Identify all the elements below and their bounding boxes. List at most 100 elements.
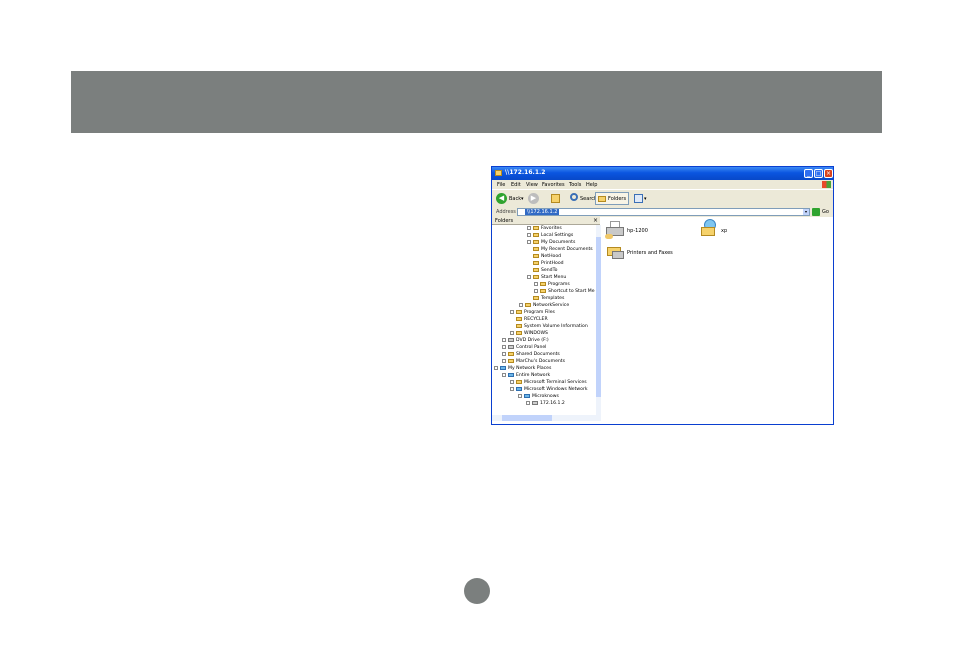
maximize-button[interactable]: □	[814, 169, 823, 178]
folder-icon	[540, 288, 546, 293]
collapse-icon[interactable]	[518, 393, 522, 398]
expand-icon[interactable]	[502, 344, 506, 349]
expand-icon[interactable]	[502, 358, 506, 363]
tree-item[interactable]: Favorites	[527, 225, 562, 232]
expand-icon[interactable]	[527, 232, 531, 237]
go-arrow-icon[interactable]	[812, 208, 820, 216]
title-bar[interactable]: \\172.16.1.2 _ □ ×	[492, 167, 833, 180]
tree-item[interactable]: System Volume Information	[516, 323, 588, 330]
menu-file[interactable]: File	[497, 182, 505, 188]
folder-icon	[533, 225, 539, 230]
tree-item[interactable]: My Network Places	[494, 365, 551, 372]
menu-edit[interactable]: Edit	[511, 182, 521, 188]
tree-item[interactable]: NetworkService	[519, 302, 569, 309]
go-button[interactable]: Go	[822, 209, 829, 215]
collapse-icon[interactable]	[494, 365, 498, 370]
folders-button[interactable]: Folders	[595, 192, 629, 205]
tree-item[interactable]: Control Panel	[502, 344, 546, 351]
printers-faxes-icon[interactable]	[605, 243, 627, 261]
tree-item[interactable]: My Documents	[527, 239, 575, 246]
menu-bar: File Edit View Favorites Tools Help	[492, 180, 833, 189]
tree-item[interactable]: Templates	[533, 295, 564, 302]
content-item-label[interactable]: xp	[721, 228, 727, 234]
tree-item[interactable]: WINDOWS	[510, 330, 548, 337]
expand-icon[interactable]	[510, 330, 514, 335]
content-pane: hp-1200 xp Printers and Faxes	[602, 217, 833, 424]
shared-printer-icon[interactable]	[605, 221, 627, 239]
back-button[interactable]: Back	[509, 196, 521, 202]
tree-item[interactable]: Microsoft Windows Network	[510, 386, 588, 393]
collapse-icon[interactable]	[510, 386, 514, 391]
address-value[interactable]: \\172.16.1.2	[525, 209, 560, 215]
tree-item[interactable]: Start Menu	[527, 274, 566, 281]
close-button[interactable]: ×	[824, 169, 833, 178]
tree-item[interactable]: NetHood	[533, 253, 561, 260]
views-dropdown-icon[interactable]: ▾	[644, 196, 647, 202]
back-arrow-icon[interactable]: ◀	[496, 193, 507, 204]
shared-folder-icon[interactable]	[699, 219, 721, 237]
tree-item[interactable]: Shortcut to Start Me	[534, 288, 595, 295]
folder-icon	[533, 295, 539, 300]
menu-favorites[interactable]: Favorites	[542, 182, 565, 188]
expand-icon[interactable]	[510, 379, 514, 384]
tree-item[interactable]: Programs	[534, 281, 570, 288]
expand-icon[interactable]	[502, 337, 506, 342]
folder-tree-vertical-scrollbar[interactable]	[596, 225, 601, 415]
menu-view[interactable]: View	[526, 182, 538, 188]
tree-item[interactable]: Program Files	[510, 309, 555, 316]
collapse-icon[interactable]	[527, 274, 531, 279]
tree-item[interactable]: Entire Network	[502, 372, 550, 379]
explorer-window: \\172.16.1.2 _ □ × File Edit View Favori…	[491, 166, 834, 425]
expand-icon[interactable]	[519, 302, 523, 307]
expand-icon[interactable]	[526, 400, 530, 405]
folder-icon	[516, 330, 522, 335]
content-item-label[interactable]: hp-1200	[627, 228, 648, 234]
tree-item[interactable]: My Recent Documents	[533, 246, 593, 253]
tree-item[interactable]: 172.16.1.2	[526, 400, 565, 407]
dvd-drive-icon	[508, 337, 514, 342]
folder-icon	[533, 260, 539, 265]
address-dropdown-icon[interactable]: ▾	[803, 209, 809, 215]
tree-item[interactable]: RECYCLER	[516, 316, 548, 323]
tree-item[interactable]: Microsoft Terminal Services	[510, 379, 587, 386]
expand-icon[interactable]	[502, 351, 506, 356]
folder-icon	[525, 302, 531, 307]
expand-icon[interactable]	[527, 239, 531, 244]
tree-item[interactable]: DVD Drive (F:)	[502, 337, 549, 344]
address-label: Address	[496, 209, 516, 215]
tree-item[interactable]: Shared Documents	[502, 351, 560, 358]
control-panel-icon	[508, 344, 514, 349]
up-folder-icon[interactable]	[551, 194, 560, 203]
scroll-thumb[interactable]	[596, 237, 601, 397]
back-dropdown-icon[interactable]: ▾	[521, 196, 524, 202]
computer-icon	[532, 400, 538, 405]
scroll-thumb[interactable]	[502, 415, 552, 421]
forward-arrow-icon[interactable]: ▶	[528, 193, 539, 204]
menu-tools[interactable]: Tools	[569, 182, 581, 188]
folder-icon	[516, 309, 522, 314]
folder-icon	[533, 267, 539, 272]
tree-item[interactable]: SendTo	[533, 267, 557, 274]
expand-icon[interactable]	[527, 225, 531, 230]
tree-item[interactable]: PrintHood	[533, 260, 564, 267]
minimize-button[interactable]: _	[804, 169, 813, 178]
workgroup-icon	[524, 393, 530, 398]
expand-icon[interactable]	[534, 281, 538, 286]
menu-help[interactable]: Help	[586, 182, 597, 188]
tree-item[interactable]: Microknows	[518, 393, 559, 400]
content-item-label[interactable]: Printers and Faxes	[627, 250, 673, 256]
tree-item[interactable]: MarChu's Documents	[502, 358, 565, 365]
close-pane-icon[interactable]: ×	[593, 217, 598, 224]
share-hand-icon	[605, 234, 613, 239]
views-icon[interactable]	[634, 194, 643, 203]
folder-icon	[516, 323, 522, 328]
address-field[interactable]: \\172.16.1.2 ▾	[517, 208, 810, 216]
expand-icon[interactable]	[534, 288, 538, 293]
search-icon[interactable]	[570, 193, 578, 201]
folder-icon	[516, 379, 522, 384]
tree-item[interactable]: Local Settings	[527, 232, 573, 239]
expand-icon[interactable]	[510, 309, 514, 314]
folder-icon	[533, 232, 539, 237]
collapse-icon[interactable]	[502, 372, 506, 377]
folder-tree-horizontal-scrollbar[interactable]	[492, 415, 601, 421]
